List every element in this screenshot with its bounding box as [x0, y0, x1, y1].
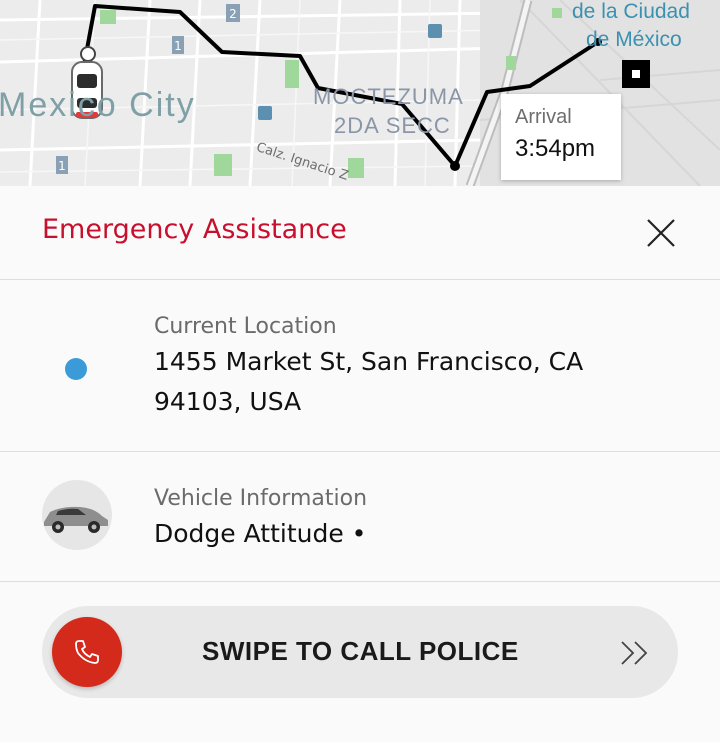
vehicle-info-value: Dodge Attitude •	[154, 519, 367, 548]
map-district-label: de la Ciudad	[572, 0, 690, 23]
page-title: Emergency Assistance	[42, 214, 347, 245]
sheet-header: Emergency Assistance	[0, 186, 720, 280]
phone-icon	[75, 640, 99, 664]
vehicle-info-label: Vehicle Information	[154, 486, 368, 511]
double-chevron-right-icon	[621, 641, 648, 665]
close-button[interactable]	[640, 212, 682, 254]
current-location-value: 1455 Market St, San Francisco, CA 94103,…	[154, 347, 584, 416]
map-colonia-label-2: 2DA SECC	[334, 113, 451, 138]
arrival-label: Arrival	[515, 106, 572, 128]
swipe-to-call-slider[interactable]: SWIPE TO CALL POLICE	[42, 606, 678, 698]
route-badge-3: 1	[58, 159, 66, 173]
map-district-label-2: de México	[586, 28, 682, 51]
vehicle-info-row: Vehicle Information Dodge Attitude •	[0, 452, 720, 582]
emergency-sheet: Emergency Assistance Current Location 14…	[0, 186, 720, 742]
vehicle-avatar	[42, 480, 112, 550]
swipe-to-call-label: SWIPE TO CALL POLICE	[202, 636, 519, 666]
close-icon	[647, 219, 675, 247]
location-dot-icon	[65, 358, 87, 380]
map-colonia-label: MOCTEZUMA	[313, 84, 464, 109]
car-icon	[44, 506, 108, 533]
arrival-callout: Arrival 3:54pm	[501, 94, 621, 180]
route-waypoint	[450, 161, 460, 171]
map-view[interactable]: 2 1 1 Mexico City MOCTEZUMA 2DA SECC Cal…	[0, 0, 720, 186]
route-badge-2: 1	[174, 39, 182, 53]
destination-marker-icon	[622, 60, 650, 88]
route-badge-1: 2	[229, 7, 237, 21]
arrival-time: 3:54pm	[515, 135, 596, 162]
call-police-handle[interactable]	[52, 617, 122, 687]
swipe-area: SWIPE TO CALL POLICE	[0, 582, 720, 742]
current-location-label: Current Location	[154, 314, 337, 339]
current-location-row: Current Location 1455 Market St, San Fra…	[0, 280, 720, 452]
map-city-label: Mexico City	[0, 86, 196, 124]
